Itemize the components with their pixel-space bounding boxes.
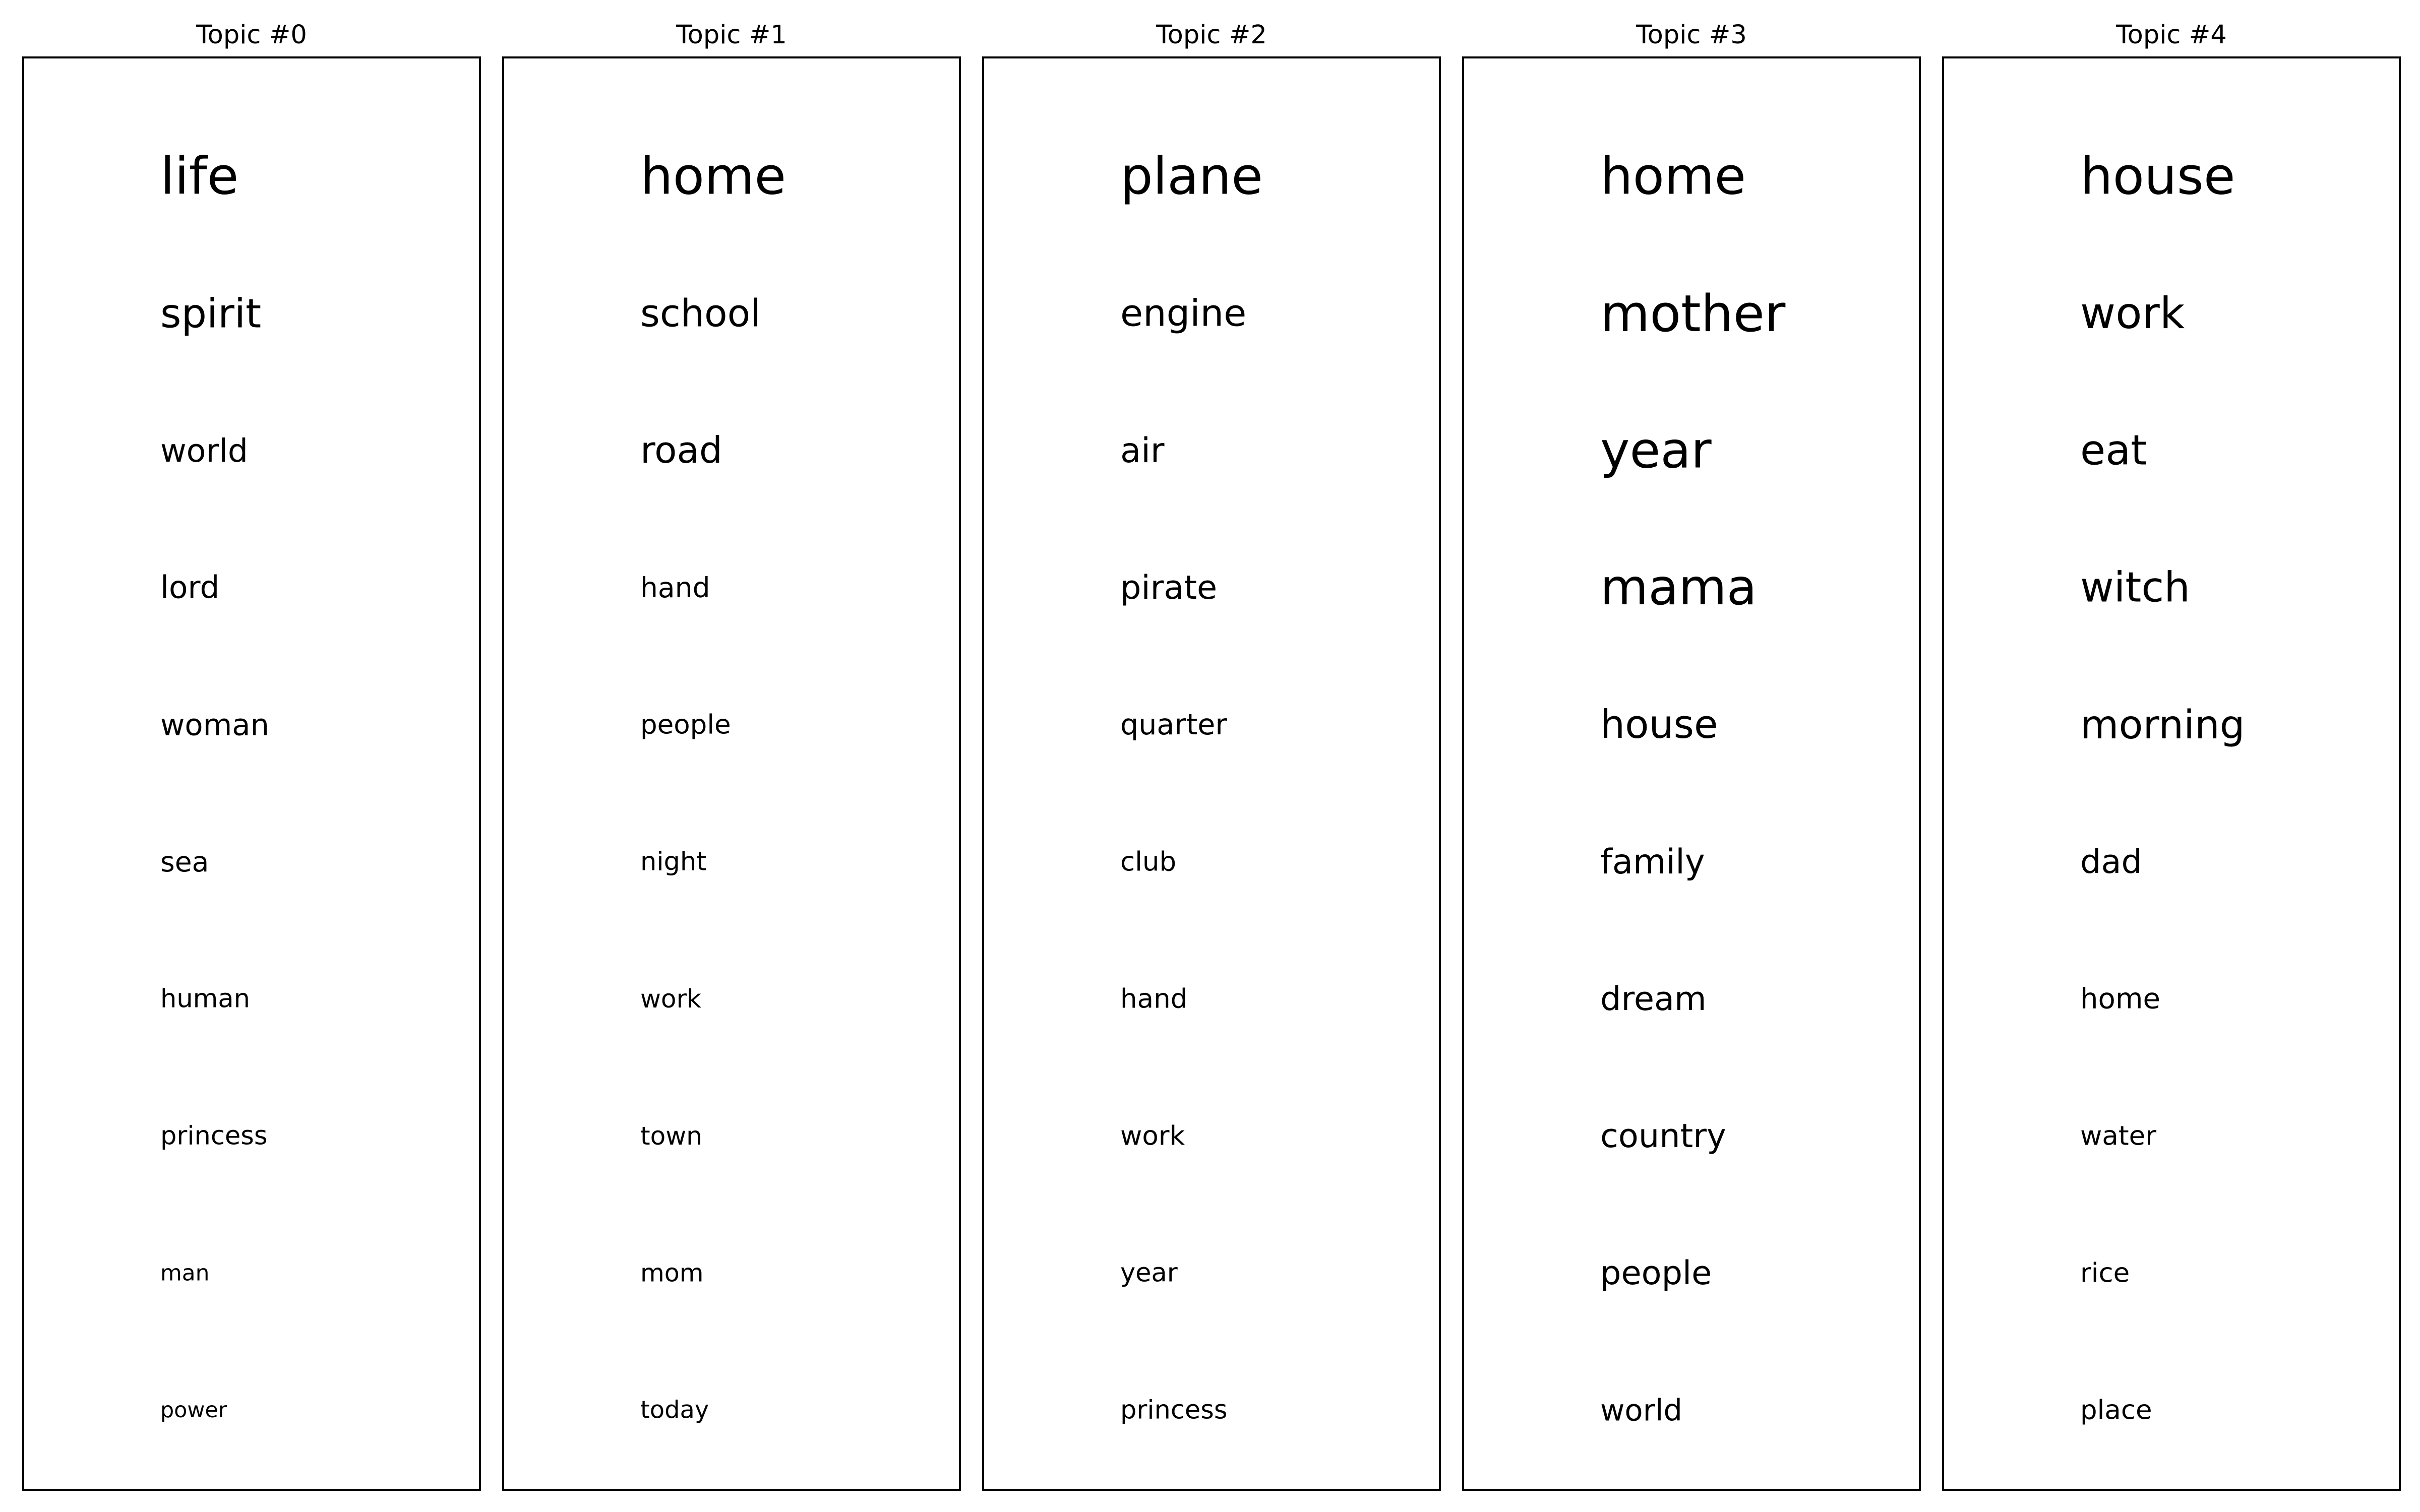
topic-word: witch	[2080, 564, 2190, 612]
topic-word: world	[160, 432, 248, 469]
topic-word: home	[1600, 147, 1746, 207]
panel-title: Topic #4	[2115, 20, 2227, 50]
topic-word: mama	[1600, 559, 1757, 616]
topic-word: home	[640, 147, 786, 207]
topic-word: air	[1120, 431, 1165, 470]
topic-word: sea	[160, 846, 209, 878]
topic-word: people	[1600, 1254, 1712, 1292]
topic-word: work	[640, 984, 701, 1014]
topic-word: work	[2080, 288, 2185, 339]
topic-word: morning	[2080, 702, 2245, 748]
topic-word: princess	[160, 1121, 267, 1151]
panel-frame	[502, 56, 961, 1491]
topic-word: rice	[2080, 1258, 2130, 1289]
topic-word: hand	[640, 572, 710, 604]
topic-word: man	[160, 1261, 209, 1286]
panel-title: Topic #2	[1156, 20, 1267, 50]
topic-word: woman	[160, 708, 269, 742]
topic-word: year	[1600, 422, 1712, 480]
topic-word: place	[2080, 1395, 2152, 1426]
topic-word: dream	[1600, 980, 1707, 1018]
panel-frame	[982, 56, 1441, 1491]
topic-word: human	[160, 984, 250, 1014]
topic-word: house	[2080, 147, 2235, 207]
topic-word: quarter	[1120, 708, 1227, 741]
topic-word: home	[2080, 983, 2160, 1016]
topic-word: hand	[1120, 984, 1187, 1015]
topic-word: work	[1120, 1121, 1185, 1152]
topic-word: dad	[2080, 843, 2142, 881]
panel-frame	[1942, 56, 2401, 1491]
panel-title: Topic #0	[196, 20, 307, 50]
panel-title: Topic #1	[676, 20, 787, 50]
topic-word: life	[160, 147, 238, 207]
topic-word: family	[1600, 842, 1705, 881]
panel-frame	[22, 56, 481, 1491]
topic-word: today	[640, 1397, 709, 1424]
topic-word: plane	[1120, 147, 1263, 207]
topic-word: mom	[640, 1259, 703, 1288]
topic-word: house	[1600, 702, 1718, 747]
topic-panel-1: Topic #1 home school road hand people night wor…	[502, 20, 961, 1491]
panel-title: Topic #3	[1636, 20, 1747, 50]
topic-word: club	[1120, 847, 1176, 877]
topic-word-chart: Topic #0 life spirit world lord woman sea human…	[22, 20, 2401, 1491]
topic-word: lord	[160, 570, 219, 606]
topic-word: princess	[1120, 1396, 1227, 1425]
topic-panel-2: Topic #2 plane engine air pirate quarter club h…	[982, 20, 1441, 1491]
topic-panel-3: Topic #3 home mother year mama house family dre…	[1462, 20, 1921, 1491]
topic-word: school	[640, 292, 761, 336]
topic-word: road	[640, 429, 722, 472]
topic-word: spirit	[160, 290, 261, 337]
topic-word: pirate	[1120, 569, 1217, 607]
topic-panel-0: Topic #0 life spirit world lord woman sea human…	[22, 20, 481, 1491]
topic-word: night	[640, 847, 706, 877]
topic-word: people	[640, 710, 731, 740]
topic-word: mother	[1600, 284, 1786, 343]
topic-word: town	[640, 1121, 702, 1151]
topic-word: power	[160, 1398, 227, 1423]
topic-word: world	[1600, 1393, 1682, 1428]
topic-panel-4: Topic #4 house work eat witch morning dad home w…	[1942, 20, 2401, 1491]
topic-word: year	[1120, 1258, 1178, 1288]
topic-word: eat	[2080, 427, 2147, 475]
topic-word: engine	[1120, 292, 1246, 335]
topic-word: country	[1600, 1117, 1726, 1155]
topic-word: water	[2080, 1121, 2156, 1152]
